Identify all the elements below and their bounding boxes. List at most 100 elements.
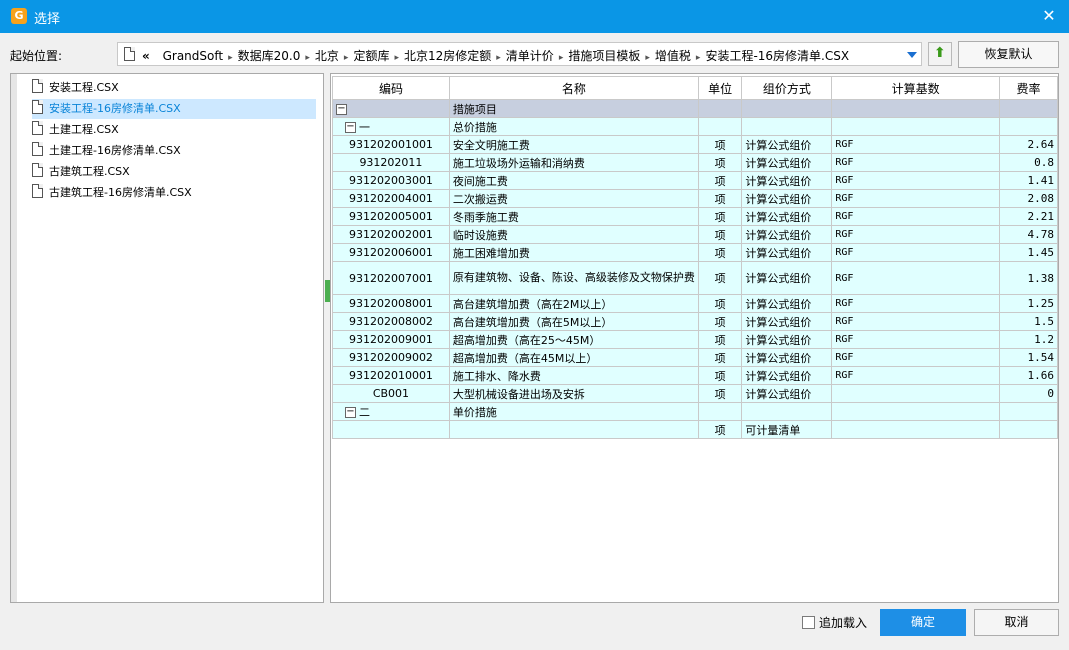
- collapse-toggle-icon[interactable]: −: [345, 122, 356, 133]
- table-row[interactable]: 931202003001 夜间施工费项计算公式组价 RGF 1.41: [332, 171, 1058, 190]
- rate-cell[interactable]: 0: [998, 384, 1058, 403]
- calc-base-cell[interactable]: RGF: [831, 135, 1000, 154]
- name-cell[interactable]: 大型机械设备进出场及安拆: [448, 384, 699, 403]
- calc-base-cell[interactable]: RGF: [831, 366, 1000, 385]
- table-row[interactable]: 931202007001 原有建筑物、设备、陈设、高级装修及文物保护费项计算公式组…: [332, 261, 1058, 295]
- calc-base-cell[interactable]: RGF: [831, 261, 1000, 295]
- table-row[interactable]: 931202002001 临时设施费项计算公式组价 RGF 4.78: [332, 225, 1058, 244]
- header-rate[interactable]: 费率: [998, 76, 1058, 100]
- location-dropdown[interactable]: « GrandSoft ▸ 数据库20.0 ▸ 北京 ▸ 定额库 ▸ 北京12房修定额 ▸ 清单计价…: [117, 42, 922, 66]
- restore-default-button[interactable]: 恢复默认: [958, 41, 1059, 68]
- pricing-method-cell[interactable]: 计算公式组价: [741, 189, 833, 208]
- code-cell[interactable]: 931202007001: [332, 261, 450, 295]
- breadcrumb-item[interactable]: 北京: [315, 49, 339, 63]
- unit-cell[interactable]: 项: [697, 366, 743, 385]
- calc-base-cell[interactable]: RGF: [831, 171, 1000, 190]
- breadcrumb-item[interactable]: 措施项目模板: [568, 49, 640, 63]
- file-list-item[interactable]: 土建工程-16房修清单.CSX: [32, 141, 181, 161]
- name-cell[interactable]: 超高增加费（高在45M以上）: [448, 348, 699, 367]
- calc-base-cell[interactable]: RGF: [831, 189, 1000, 208]
- code-cell[interactable]: 931202009002: [332, 348, 450, 367]
- name-cell[interactable]: 原有建筑物、设备、陈设、高级装修及文物保护费: [448, 261, 699, 295]
- rate-cell[interactable]: 1.45: [998, 243, 1058, 262]
- table-row[interactable]: 931202001001 安全文明施工费项计算公式组价 RGF 2.64: [332, 135, 1058, 154]
- unit-cell[interactable]: 项: [697, 384, 743, 403]
- table-row[interactable]: − 一总价措施: [332, 117, 1058, 136]
- name-cell[interactable]: 高台建筑增加费（高在2M以上）: [448, 294, 699, 313]
- unit-cell[interactable]: 项: [697, 294, 743, 313]
- table-row[interactable]: CB001 大型机械设备进出场及安拆项计算公式组价 0: [332, 384, 1058, 403]
- rate-cell[interactable]: 1.38: [998, 261, 1058, 295]
- pricing-method-cell[interactable]: 计算公式组价: [741, 171, 833, 190]
- pricing-method-cell[interactable]: 计算公式组价: [741, 207, 833, 226]
- name-cell[interactable]: 冬雨季施工费: [448, 207, 699, 226]
- unit-cell[interactable]: 项: [697, 171, 743, 190]
- name-cell[interactable]: 施工排水、降水费: [448, 366, 699, 385]
- table-row[interactable]: 931202011 施工垃圾场外运输和消纳费项计算公式组价 RGF 0.8: [332, 153, 1058, 172]
- code-cell[interactable]: 931202004001: [332, 189, 450, 208]
- rate-cell[interactable]: 1.54: [998, 348, 1058, 367]
- unit-cell[interactable]: 项: [697, 189, 743, 208]
- breadcrumb-item[interactable]: 安装工程-16房修清单.CSX: [705, 49, 849, 63]
- code-cell[interactable]: 931202010001: [332, 366, 450, 385]
- code-cell[interactable]: 931202006001: [332, 243, 450, 262]
- pricing-method-cell[interactable]: [741, 117, 833, 136]
- header-calc-base[interactable]: 计算基数: [831, 76, 1000, 100]
- calc-base-cell[interactable]: [831, 384, 1000, 403]
- unit-cell[interactable]: 项: [697, 243, 743, 262]
- collapse-toggle-icon[interactable]: −: [345, 407, 356, 418]
- calc-base-cell[interactable]: RGF: [831, 312, 1000, 331]
- file-list-item[interactable]: 古建筑工程-16房修清单.CSX: [32, 183, 192, 203]
- unit-cell[interactable]: 项: [697, 330, 743, 349]
- name-cell[interactable]: 安全文明施工费: [448, 135, 699, 154]
- rate-cell[interactable]: 1.5: [998, 312, 1058, 331]
- code-cell[interactable]: − 一: [332, 117, 450, 136]
- dropdown-arrow-icon[interactable]: [907, 52, 917, 58]
- code-cell[interactable]: 931202005001: [332, 207, 450, 226]
- table-row[interactable]: 931202008002 高台建筑增加费（高在5M以上）项计算公式组价 RGF 1.5: [332, 312, 1058, 331]
- pricing-method-cell[interactable]: 计算公式组价: [741, 312, 833, 331]
- file-list-item[interactable]: 古建筑工程.CSX: [32, 162, 130, 182]
- breadcrumb-item[interactable]: 北京12房修定额: [404, 49, 491, 63]
- pricing-method-cell[interactable]: 计算公式组价: [741, 348, 833, 367]
- pricing-method-cell[interactable]: 计算公式组价: [741, 366, 833, 385]
- name-cell[interactable]: 高台建筑增加费（高在5M以上）: [448, 312, 699, 331]
- code-cell[interactable]: 931202008001: [332, 294, 450, 313]
- table-row[interactable]: 931202008001 高台建筑增加费（高在2M以上）项计算公式组价 RGF 1.2…: [332, 294, 1058, 313]
- rate-cell[interactable]: [998, 99, 1058, 118]
- close-button[interactable]: ✕: [1039, 6, 1059, 26]
- rate-cell[interactable]: 2.21: [998, 207, 1058, 226]
- name-cell[interactable]: 临时设施费: [448, 225, 699, 244]
- table-row[interactable]: 项可计量清单: [332, 420, 1058, 439]
- code-cell[interactable]: 931202001001: [332, 135, 450, 154]
- file-list-item[interactable]: 土建工程.CSX: [32, 120, 119, 140]
- append-load-checkbox[interactable]: [802, 616, 815, 629]
- calc-base-cell[interactable]: RGF: [831, 243, 1000, 262]
- unit-cell[interactable]: 项: [697, 420, 743, 439]
- pricing-method-cell[interactable]: 计算公式组价: [741, 243, 833, 262]
- calc-base-cell[interactable]: [831, 402, 1000, 421]
- file-list-item[interactable]: 安装工程.CSX: [32, 78, 119, 98]
- unit-cell[interactable]: 项: [697, 312, 743, 331]
- name-cell[interactable]: [448, 420, 699, 439]
- unit-cell[interactable]: 项: [697, 153, 743, 172]
- pricing-method-cell[interactable]: [741, 402, 833, 421]
- code-cell[interactable]: 931202002001: [332, 225, 450, 244]
- calc-base-cell[interactable]: [831, 117, 1000, 136]
- pricing-method-cell[interactable]: 计算公式组价: [741, 384, 833, 403]
- calc-base-cell[interactable]: [831, 420, 1000, 439]
- name-cell[interactable]: 单价措施: [448, 402, 699, 421]
- table-row[interactable]: − 措施项目: [332, 99, 1058, 118]
- name-cell[interactable]: 二次搬运费: [448, 189, 699, 208]
- table-row[interactable]: 931202010001 施工排水、降水费项计算公式组价 RGF 1.66: [332, 366, 1058, 385]
- header-code[interactable]: 编码: [332, 76, 450, 100]
- table-row[interactable]: 931202004001 二次搬运费项计算公式组价 RGF 2.08: [332, 189, 1058, 208]
- code-cell[interactable]: CB001: [332, 384, 450, 403]
- rate-cell[interactable]: 1.66: [998, 366, 1058, 385]
- rate-cell[interactable]: 2.64: [998, 135, 1058, 154]
- rate-cell[interactable]: 1.2: [998, 330, 1058, 349]
- code-cell[interactable]: [332, 420, 450, 439]
- header-name[interactable]: 名称: [448, 76, 699, 100]
- calc-base-cell[interactable]: RGF: [831, 330, 1000, 349]
- pricing-method-cell[interactable]: 计算公式组价: [741, 153, 833, 172]
